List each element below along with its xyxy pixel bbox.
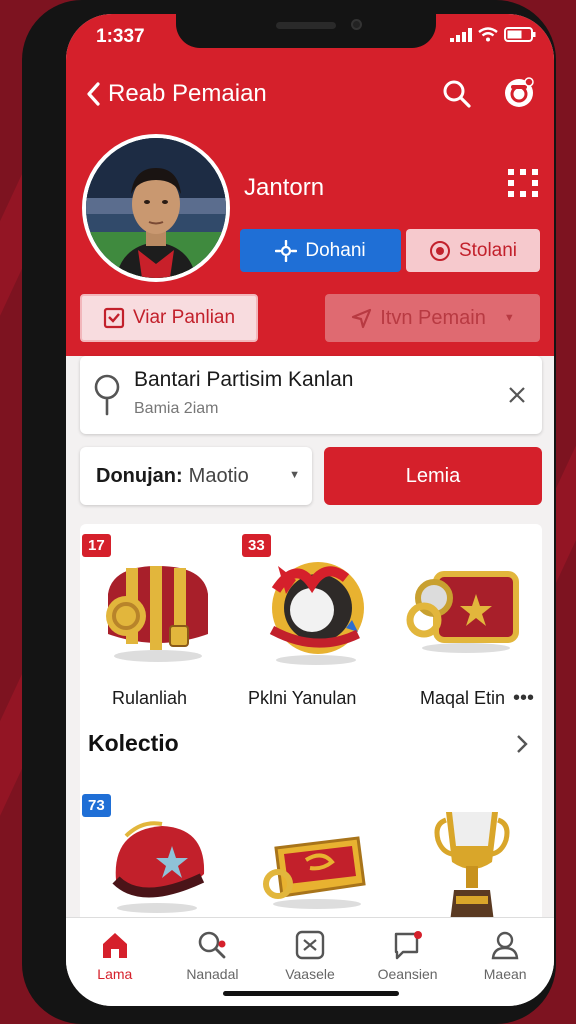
filter-label: Donujan:: [96, 464, 183, 487]
tab-label: Vaasele: [285, 966, 335, 982]
camera-button[interactable]: [502, 76, 536, 110]
chat-icon: [394, 931, 422, 960]
wifi-icon: [478, 27, 498, 42]
locked-chest-image[interactable]: [406, 558, 526, 654]
caret-down-icon: ▼: [503, 312, 515, 324]
tab-label: Maean: [483, 966, 527, 982]
filter-select[interactable]: Donujan: Maotio ▼: [80, 447, 312, 505]
collection-arrow-button[interactable]: [510, 730, 534, 758]
settings-icon: [275, 239, 298, 262]
status-time: 1:337: [96, 26, 145, 47]
navigate-icon: [352, 308, 372, 329]
search-icon: [199, 931, 226, 959]
secondary-action-button[interactable]: Stolani: [406, 229, 540, 272]
profile-icon: [491, 931, 519, 960]
back-button[interactable]: [78, 78, 108, 110]
tab-label: Lama: [97, 966, 133, 982]
scan-icon: [295, 930, 325, 960]
chevron-left-icon: [87, 82, 100, 106]
top-bar: Reab Pemaian: [66, 74, 554, 114]
signal-icon: [450, 27, 472, 42]
chevron-down-icon: ▼: [289, 469, 300, 481]
record-icon: [429, 240, 450, 261]
player-dropdown-button[interactable]: Itvn Pemain ▼: [325, 294, 540, 342]
secondary-action-label: Stolani: [458, 239, 518, 261]
player-name: Jantorn: [244, 174, 325, 201]
search-button[interactable]: [440, 77, 474, 111]
tab-label: Nanadal: [186, 966, 239, 982]
qr-grid-button[interactable]: [506, 166, 540, 200]
tab-label: Oeansien: [377, 966, 438, 982]
battery-icon: [504, 27, 536, 42]
app-screen: 1:337 Reab Pemaian Jantorn Dohani Stolan…: [66, 14, 554, 1006]
player-dropdown-label: Itvn Pemain: [380, 306, 486, 329]
filter-action-button[interactable]: Lemia: [324, 447, 542, 505]
page-title: Reab Pemaian: [108, 80, 267, 107]
camera-icon: [505, 77, 534, 107]
gift-helmet-image[interactable]: [256, 550, 376, 668]
filter-value: Maotio: [188, 464, 249, 487]
gold-case-image[interactable]: [262, 820, 372, 910]
search-icon: [443, 80, 471, 108]
item-label: Maqal Etin: [420, 688, 506, 708]
item-label: Pklni Yanulan: [248, 688, 357, 708]
items-panel: 17 Rulanliah 33 Pklni Yanulan Maqal Etin…: [80, 524, 542, 928]
tab-profile[interactable]: Maean: [456, 918, 554, 1006]
home-indicator: [223, 991, 399, 996]
qr-grid-icon: [508, 169, 538, 197]
item-label: Rulanliah: [112, 688, 188, 708]
avatar[interactable]: [82, 134, 230, 282]
phone-frame: 1:337 Reab Pemaian Jantorn Dohani Stolan…: [22, 0, 556, 1024]
treasure-chest-image[interactable]: [98, 554, 218, 664]
view-button-label: Viar Panlian: [132, 307, 236, 328]
primary-action-button[interactable]: Dohani: [240, 229, 401, 272]
collection-title: Kolectio: [88, 730, 179, 756]
search-card-title: Bantari Partisim Kanlan: [134, 368, 354, 391]
close-button[interactable]: [504, 382, 530, 408]
player-photo: [86, 138, 226, 278]
checkbox-icon: [103, 307, 125, 329]
trophy-image[interactable]: [432, 800, 512, 930]
search-card[interactable]: Bantari Partisim Kanlan Bamia 2iam: [80, 356, 542, 434]
red-cap-image[interactable]: [102, 806, 212, 916]
status-icons: [450, 27, 536, 42]
primary-action-label: Dohani: [305, 239, 366, 261]
notch: [176, 14, 436, 48]
pin-icon: [94, 374, 120, 416]
more-icon[interactable]: •••: [513, 687, 534, 710]
view-button[interactable]: Viar Panlian: [80, 294, 258, 342]
tab-home[interactable]: Lama: [66, 918, 164, 1006]
chevron-right-icon: [517, 735, 528, 753]
search-card-subtitle: Bamia 2iam: [134, 400, 219, 417]
close-icon: [509, 387, 525, 403]
home-icon: [102, 933, 127, 958]
